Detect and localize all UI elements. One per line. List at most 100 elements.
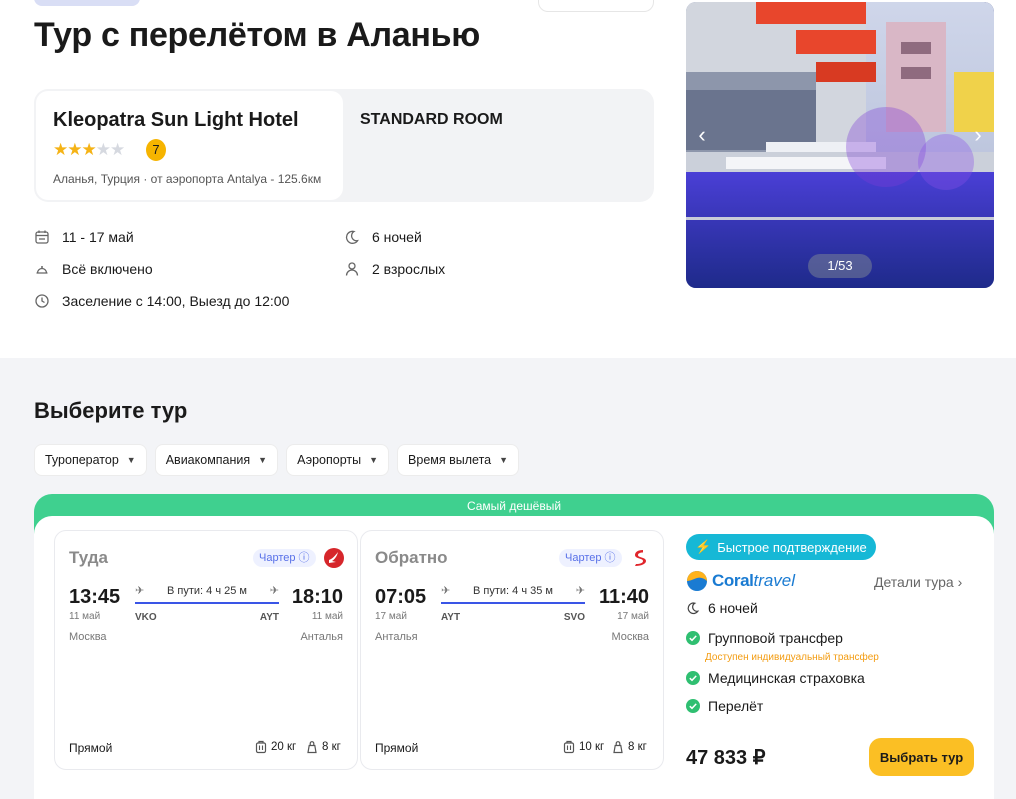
arrival-date: 11 май: [311, 611, 343, 622]
fact-checkin: Заселение с 14:00, Выезд до 12:00: [34, 293, 289, 309]
arrival-city: Москва: [611, 631, 649, 643]
operator-name-b: travel: [753, 571, 796, 590]
feature-nights-text: 6 ночей: [708, 600, 758, 616]
fact-meal-text: Всё включено: [62, 261, 153, 277]
fact-nights: 6 ночей: [344, 229, 422, 245]
outbound-flight-card[interactable]: Туда Чартер ⓘ 13:45 18:10 ✈ В пути: 4 ч …: [54, 530, 358, 770]
select-tour-button[interactable]: Выбрать тур: [869, 738, 974, 776]
hotel-city: Аланья, Турция: [53, 172, 140, 186]
baggage-allowance: 20 кг: [255, 740, 296, 754]
offer-body: Туда Чартер ⓘ 13:45 18:10 ✈ В пути: 4 ч …: [34, 516, 994, 799]
hotel-name[interactable]: Kleopatra Sun Light Hotel: [53, 109, 299, 132]
fact-meal: Всё включено: [34, 261, 153, 277]
hand-luggage-allowance: 8 кг: [306, 740, 341, 754]
flight-type: Прямой: [375, 741, 419, 755]
tour-details-link[interactable]: Детали тура ›: [874, 574, 962, 590]
tour-price: 47 833 ₽: [686, 747, 766, 769]
duration-line: [135, 602, 279, 604]
departure-airport-code: VKO: [135, 612, 157, 623]
departure-city: Анталья: [375, 631, 418, 643]
hotel-card[interactable]: Kleopatra Sun Light Hotel ★★★★★ 7 Аланья…: [36, 91, 343, 200]
fact-dates: 11 - 17 май: [34, 229, 134, 245]
airport-distance: · от аэропорта Antalya - 125.6км: [143, 172, 322, 186]
departure-time: 07:05: [375, 586, 427, 608]
baggage-allowance: 10 кг: [563, 740, 604, 754]
calendar-icon: [35, 230, 49, 244]
clock-icon: [35, 294, 49, 308]
arrival-time: 11:40: [598, 586, 649, 608]
action-pill[interactable]: [538, 0, 654, 12]
departure-time: 13:45: [69, 586, 121, 608]
star-icon: ★: [53, 140, 68, 159]
leg-title: Обратно: [375, 548, 448, 567]
gallery-prev-icon[interactable]: ‹: [692, 122, 712, 148]
arrival-airport-code: AYT: [259, 612, 279, 623]
filter-label: Авиакомпания: [165, 453, 251, 467]
filter-departure-time[interactable]: Время вылета ▼: [397, 444, 520, 476]
fact-guests-text: 2 взрослых: [372, 261, 446, 277]
tag-chip: [34, 0, 140, 6]
turkish-airlines-logo-icon: [324, 548, 344, 568]
return-flight-card[interactable]: Обратно Чартер ⓘ 07:05 11:40 ✈ В пути: 4…: [360, 530, 664, 770]
operator-name-a: Coral: [712, 571, 754, 590]
transfer-note[interactable]: Доступен индивидуальный трансфер: [705, 652, 879, 663]
food-cloche-icon: [36, 266, 48, 274]
flight-type: Прямой: [69, 741, 113, 755]
fact-guests: 2 взрослых: [344, 261, 445, 277]
duration-line: [441, 602, 585, 604]
details-label: Детали тура: [874, 574, 954, 590]
moon-icon: [345, 230, 359, 244]
hotel-photo: [686, 2, 994, 288]
room-type: STANDARD ROOM: [360, 111, 503, 128]
chevron-down-icon: ▼: [258, 455, 268, 465]
coral-logo-mark-icon: [687, 571, 707, 591]
fact-dates-text: 11 - 17 май: [62, 229, 134, 245]
charter-label: Чартер: [565, 552, 602, 564]
landing-icon: ✈: [269, 585, 279, 597]
person-icon: [345, 262, 359, 276]
arrival-time: 18:10: [291, 586, 343, 608]
gallery-next-icon[interactable]: ›: [968, 122, 988, 148]
charter-badge[interactable]: Чартер ⓘ: [559, 549, 622, 567]
leg-title: Туда: [69, 548, 109, 567]
filter-bar: Туроператор ▼ Авиакомпания ▼ Аэропорты ▼ Вр…: [34, 444, 520, 476]
hand-bag-icon: [307, 741, 317, 754]
check-circle-icon: [686, 631, 700, 645]
hand-luggage-allowance: 8 кг: [612, 740, 647, 754]
star-icon: ★: [110, 140, 125, 159]
rating-badge: 7: [146, 139, 166, 161]
feature-nights: 6 ночей: [686, 600, 758, 616]
filter-operator[interactable]: Туроператор ▼: [34, 444, 147, 476]
chevron-right-icon: ›: [957, 574, 963, 590]
chevron-down-icon: ▼: [369, 455, 379, 465]
tour-header-section: Тур с перелётом в Аланью Kleopatra Sun L…: [0, 0, 1016, 358]
filter-airports[interactable]: Аэропорты ▼: [286, 444, 390, 476]
hotel-photo-gallery[interactable]: ‹ › 1/53: [686, 2, 994, 288]
check-circle-icon: [686, 671, 700, 685]
hand-luggage-weight: 8 кг: [628, 741, 647, 753]
star-icon: ★: [81, 140, 97, 159]
feature-transfer-text: Групповой трансфер: [708, 630, 843, 646]
fact-nights-text: 6 ночей: [372, 229, 422, 245]
hand-bag-icon: [613, 741, 623, 754]
arrival-city: Анталья: [300, 631, 343, 643]
filter-airline[interactable]: Авиакомпания ▼: [154, 444, 279, 476]
moon-icon: [687, 602, 700, 615]
fact-checkin-text: Заселение с 14:00, Выезд до 12:00: [62, 293, 290, 309]
arrival-airport-code: SVO: [563, 612, 585, 623]
feature-transfer: Групповой трансфер: [686, 630, 843, 646]
charter-label: Чартер: [259, 552, 296, 564]
charter-badge[interactable]: Чартер ⓘ: [253, 549, 316, 567]
lightning-icon: ⚡: [695, 539, 712, 554]
star-icon: ★: [67, 140, 82, 159]
departure-date: 17 май: [375, 611, 407, 622]
coral-travel-logo: Coral travel: [686, 570, 795, 592]
hand-luggage-weight: 8 кг: [322, 741, 341, 753]
tour-offer-card: Самый дешёвый Туда Чартер ⓘ 13:45 18:10 …: [34, 494, 994, 799]
hotel-stars: ★★★★★: [53, 140, 125, 160]
duration-text: В пути: 4 ч 25 м: [167, 585, 247, 597]
hotel-info-box: Kleopatra Sun Light Hotel ★★★★★ 7 Аланья…: [34, 89, 654, 202]
landing-icon: ✈: [575, 585, 585, 597]
departure-city: Москва: [69, 631, 107, 643]
suitcase-icon: [563, 740, 575, 754]
